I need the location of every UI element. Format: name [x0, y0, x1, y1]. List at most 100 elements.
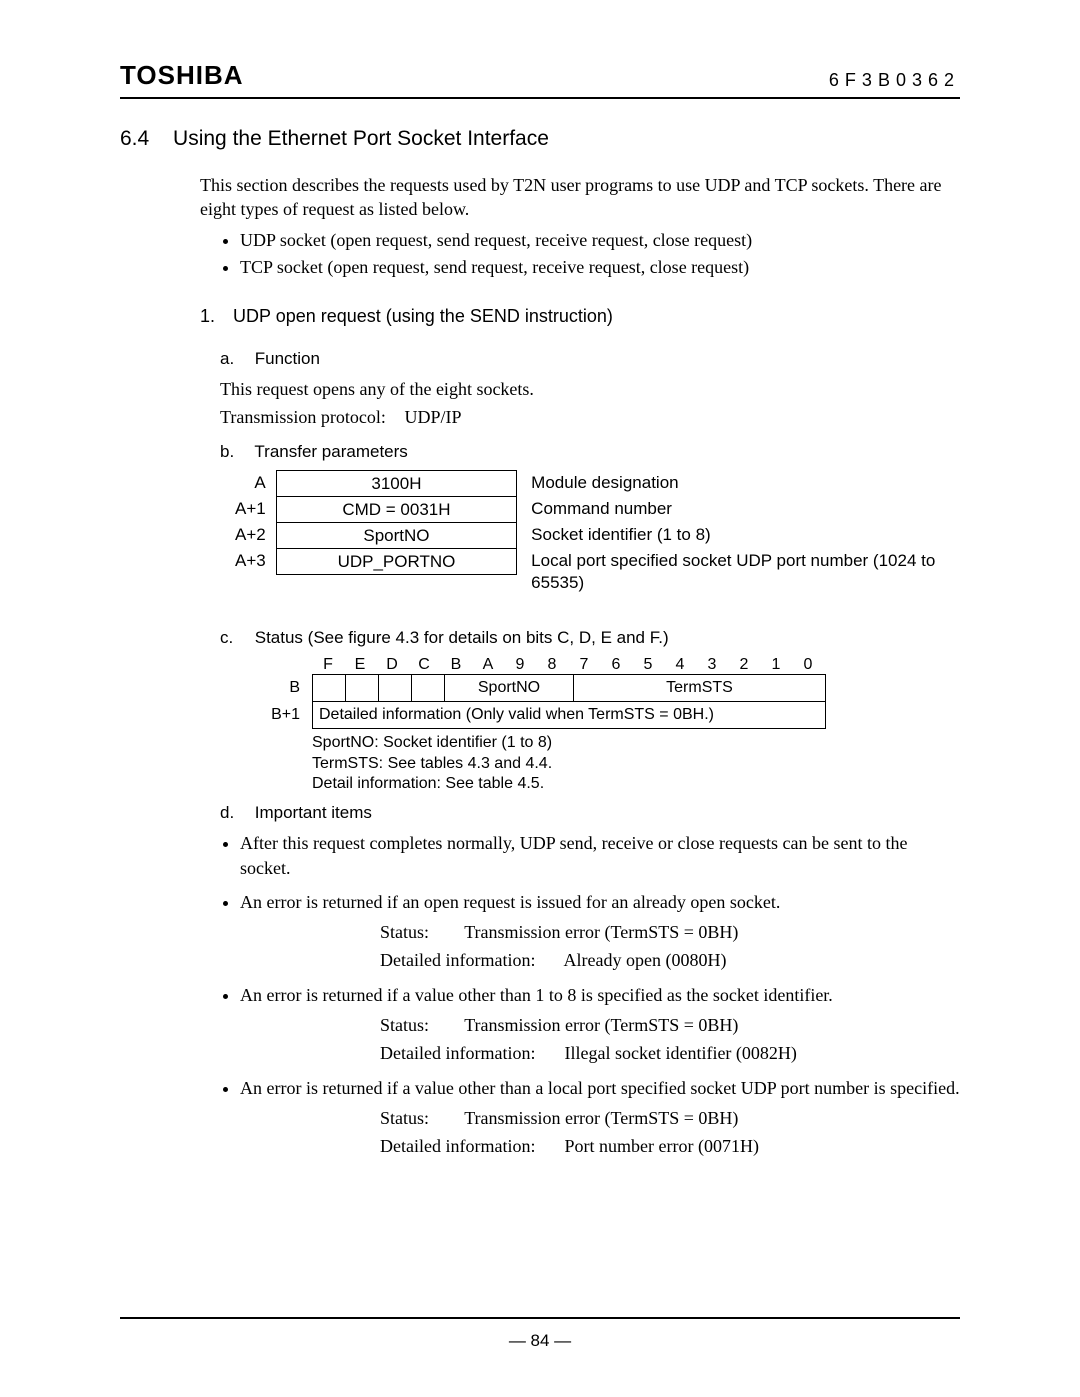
protocol-value: UDP/IP — [405, 407, 462, 427]
termsts-cell: TermSTS — [574, 675, 825, 701]
status-label: Status: — [380, 1013, 460, 1037]
sub-title: Important items — [255, 803, 372, 822]
bit-cell — [412, 675, 445, 701]
bit-label: 9 — [504, 656, 536, 674]
sub-label: b. — [220, 442, 250, 462]
detail-value: Already open (0080H) — [564, 950, 727, 970]
bit-label: B — [440, 656, 472, 674]
desc-cell: Module designation — [531, 470, 960, 496]
detail-label: Detailed information: — [380, 1041, 560, 1065]
list-text: After this request completes normally, U… — [240, 833, 907, 877]
list-text: An error is returned if a value other th… — [240, 1078, 960, 1098]
bit-cell — [346, 675, 379, 701]
status-value: Transmission error (TermSTS = 0BH) — [464, 922, 738, 942]
note-line: Detail information: See table 4.5. — [312, 774, 960, 795]
addr-cell: A+1 — [220, 496, 276, 522]
sub-item-d: d. Important items — [220, 803, 960, 823]
protocol-line: Transmission protocol: UDP/IP — [220, 407, 960, 428]
item-title: UDP open request (using the SEND instruc… — [233, 306, 613, 326]
intro-bullet-list: UDP socket (open request, send request, … — [120, 230, 960, 278]
sub-item-a: a. Function — [220, 349, 960, 369]
sub-title: Transfer parameters — [254, 442, 407, 461]
numbered-item: 1. UDP open request (using the SEND inst… — [200, 306, 960, 327]
bit-label: 1 — [760, 656, 792, 674]
error-detail: Detailed information: Port number error … — [380, 1134, 960, 1158]
value-cell: 3100H — [276, 471, 517, 497]
bit-label: 6 — [600, 656, 632, 674]
section-title-text: Using the Ethernet Port Socket Interface — [173, 127, 549, 150]
page-header: TOSHIBA 6F3B0362 — [120, 60, 960, 99]
sub-title: Function — [255, 349, 320, 368]
desc-cell: Socket identifier (1 to 8) — [531, 522, 960, 548]
list-item: After this request completes normally, U… — [240, 831, 960, 880]
value-cell: CMD = 0031H — [276, 497, 517, 523]
row-label: B — [240, 674, 312, 729]
list-item: UDP socket (open request, send request, … — [240, 230, 960, 251]
status-label: Status: — [380, 920, 460, 944]
addr-cell: A+2 — [220, 522, 276, 548]
error-status: Status: Transmission error (TermSTS = 0B… — [380, 920, 960, 944]
bit-label: 0 — [792, 656, 824, 674]
bit-label: 4 — [664, 656, 696, 674]
error-status: Status: Transmission error (TermSTS = 0B… — [380, 1106, 960, 1130]
detail-value: Illegal socket identifier (0082H) — [565, 1043, 797, 1063]
addr-cell: A — [220, 470, 276, 496]
list-text: An error is returned if a value other th… — [240, 985, 833, 1005]
bit-header-row: F E D C B A 9 8 7 6 5 4 3 2 1 0 — [312, 656, 960, 674]
sub-label: c. — [220, 628, 250, 648]
bit-label: E — [344, 656, 376, 674]
function-paragraph: This request opens any of the eight sock… — [220, 377, 960, 401]
bit-label: 8 — [536, 656, 568, 674]
list-item: An error is returned if a value other th… — [240, 1076, 960, 1159]
value-cell: UDP_PORTNO — [276, 549, 517, 575]
sub-item-b: b. Transfer parameters — [220, 442, 960, 462]
list-text: An error is returned if an open request … — [240, 892, 780, 912]
bit-label: A — [472, 656, 504, 674]
sub-label: a. — [220, 349, 250, 369]
bit-label: 2 — [728, 656, 760, 674]
desc-cell: Command number — [531, 496, 960, 522]
bit-label: 7 — [568, 656, 600, 674]
note-line: SportNO: Socket identifier (1 to 8) — [312, 733, 960, 754]
sub-item-c: c. Status (See figure 4.3 for details on… — [220, 628, 960, 648]
section-heading: 6.4 Using the Ethernet Port Socket Inter… — [120, 127, 960, 151]
desc-cell: Local port specified socket UDP port num… — [531, 548, 960, 602]
status-value: Transmission error (TermSTS = 0BH) — [464, 1108, 738, 1128]
error-detail: Detailed information: Illegal socket ide… — [380, 1041, 960, 1065]
sub-label: d. — [220, 803, 250, 823]
bit-label: 5 — [632, 656, 664, 674]
status-table: F E D C B A 9 8 7 6 5 4 3 2 1 0 B — [240, 656, 960, 729]
list-item: An error is returned if a value other th… — [240, 983, 960, 1066]
detail-label: Detailed information: — [380, 948, 560, 972]
bit-label: D — [376, 656, 408, 674]
intro-paragraph: This section describes the requests used… — [200, 173, 960, 222]
bit-label: 3 — [696, 656, 728, 674]
note-line: TermSTS: See tables 4.3 and 4.4. — [312, 754, 960, 775]
value-column: 3100H CMD = 0031H SportNO UDP_PORTNO — [276, 470, 517, 602]
bit-cell — [379, 675, 412, 701]
detail-label: Detailed information: — [380, 1134, 560, 1158]
protocol-label: Transmission protocol: — [220, 407, 400, 428]
error-status: Status: Transmission error (TermSTS = 0B… — [380, 1013, 960, 1037]
status-row-b1: Detailed information (Only valid when Te… — [313, 702, 825, 728]
sub-title: Status (See figure 4.3 for details on bi… — [255, 628, 669, 647]
detail-value: Port number error (0071H) — [565, 1136, 759, 1156]
page-footer: — 84 — — [0, 1317, 1080, 1351]
status-row-b: SportNO TermSTS — [313, 675, 825, 702]
list-item: An error is returned if an open request … — [240, 890, 960, 973]
bit-cell — [313, 675, 346, 701]
address-column: A A+1 A+2 A+3 — [220, 470, 276, 602]
brand-logo: TOSHIBA — [120, 60, 244, 91]
section-number: 6.4 — [120, 127, 149, 150]
page-number: — 84 — — [0, 1331, 1080, 1351]
important-items-list: After this request completes normally, U… — [120, 831, 960, 1158]
bit-label: F — [312, 656, 344, 674]
document-number: 6F3B0362 — [829, 70, 960, 91]
value-cell: SportNO — [276, 523, 517, 549]
status-value: Transmission error (TermSTS = 0BH) — [464, 1015, 738, 1035]
description-column: Module designation Command number Socket… — [531, 470, 960, 602]
item-number: 1. — [200, 306, 228, 327]
status-notes: SportNO: Socket identifier (1 to 8) Term… — [312, 733, 960, 795]
addr-cell: A+3 — [220, 548, 276, 574]
error-detail: Detailed information: Already open (0080… — [380, 948, 960, 972]
